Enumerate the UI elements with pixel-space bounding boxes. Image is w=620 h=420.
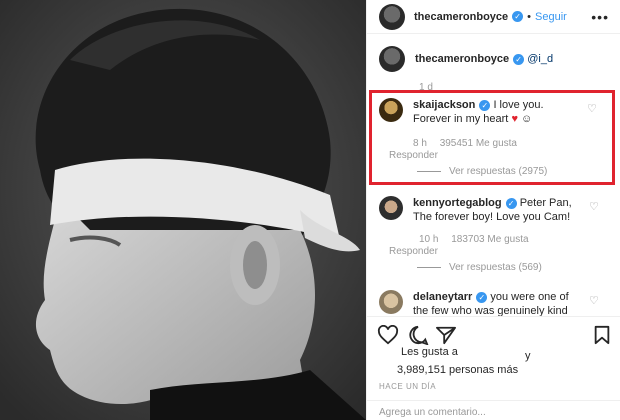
post-side-panel: thecameronboyce ✓ • Seguir ••• thecamero… bbox=[366, 0, 620, 420]
comment-meta: 8 h 395451 Me gusta bbox=[413, 138, 527, 149]
hugging-face-icon: ☺ bbox=[521, 113, 533, 125]
comment-avatar[interactable] bbox=[379, 196, 403, 220]
comments-list: thecameronboyce ✓ @i_d 1 d skaijackson ✓ I… bbox=[367, 34, 620, 316]
liked-by-conjunction: y bbox=[525, 350, 531, 362]
more-options-icon[interactable]: ••• bbox=[591, 9, 609, 25]
caption-mention[interactable]: @i_d bbox=[527, 53, 553, 65]
view-replies-button[interactable]: Ver respuestas (569) bbox=[417, 262, 542, 273]
verified-icon: ✓ bbox=[512, 11, 524, 22]
comment-username[interactable]: kennyortegablog bbox=[413, 197, 502, 209]
caption-row: thecameronboyce ✓ @i_d bbox=[379, 46, 585, 72]
comment-row: delaneytarr ✓ you were one of the few who… bbox=[379, 290, 583, 316]
caption-username[interactable]: thecameronboyce bbox=[415, 53, 509, 65]
bookmark-icon[interactable] bbox=[593, 325, 611, 345]
verified-icon: ✓ bbox=[476, 291, 488, 303]
comment-likes[interactable]: 183703 Me gusta bbox=[451, 234, 528, 245]
portrait-image bbox=[0, 0, 366, 420]
reply-button[interactable]: Responder bbox=[389, 150, 438, 161]
liked-by-line: Les gusta a bbox=[401, 346, 458, 358]
comment-avatar[interactable] bbox=[379, 98, 403, 122]
comment-avatar[interactable] bbox=[379, 290, 403, 314]
verified-icon: ✓ bbox=[505, 197, 517, 209]
heart-icon[interactable] bbox=[377, 325, 399, 345]
comment-icon[interactable] bbox=[407, 325, 429, 345]
reply-button[interactable]: Responder bbox=[389, 246, 438, 257]
post-header: thecameronboyce ✓ • Seguir ••• bbox=[367, 0, 620, 34]
red-heart-icon: ♥ bbox=[511, 113, 518, 125]
verified-icon: ✓ bbox=[513, 53, 525, 65]
caption-avatar[interactable] bbox=[379, 46, 405, 72]
post-photo bbox=[0, 0, 366, 420]
comment-like-heart-icon[interactable]: ♡ bbox=[589, 200, 599, 213]
comment-time: 10 h bbox=[419, 234, 439, 245]
comment-meta: 10 h 183703 Me gusta bbox=[419, 234, 539, 245]
comment-row: kennyortegablog ✓ Peter Pan, The forever … bbox=[379, 196, 583, 224]
view-replies-button[interactable]: Ver respuestas (2975) bbox=[417, 166, 547, 177]
post-timestamp: HACE UN DÍA bbox=[379, 382, 437, 391]
comment-username[interactable]: delaneytarr bbox=[413, 291, 472, 303]
comment-time: 8 h bbox=[413, 138, 427, 149]
follow-button[interactable]: Seguir bbox=[535, 11, 567, 23]
author-username[interactable]: thecameronboyce bbox=[414, 11, 508, 23]
author-avatar[interactable] bbox=[379, 3, 405, 30]
likes-count[interactable]: 3,989,151 personas más bbox=[397, 364, 518, 376]
comment-like-heart-icon[interactable]: ♡ bbox=[587, 102, 597, 115]
add-comment-input[interactable]: Agrega un comentario... bbox=[367, 400, 620, 420]
comment-username[interactable]: skaijackson bbox=[413, 99, 475, 111]
comment-likes[interactable]: 395451 Me gusta bbox=[440, 138, 517, 149]
verified-icon: ✓ bbox=[479, 99, 491, 111]
share-icon[interactable] bbox=[435, 325, 457, 345]
comment-like-heart-icon[interactable]: ♡ bbox=[589, 294, 599, 307]
separator-dot: • bbox=[527, 10, 532, 23]
comment-row: skaijackson ✓ I love you. Forever in my h… bbox=[379, 98, 583, 126]
